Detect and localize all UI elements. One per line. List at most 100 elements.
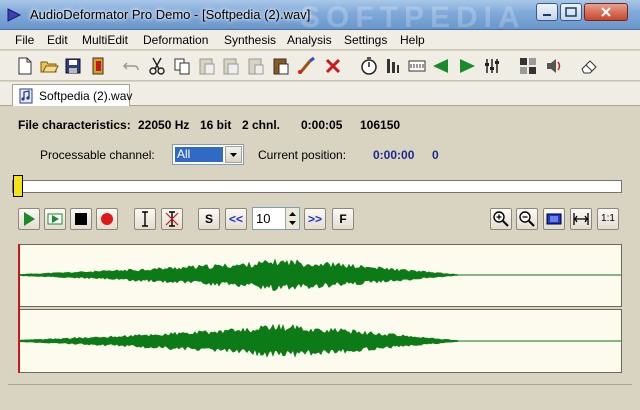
zoom-out-button[interactable] — [516, 208, 538, 230]
grid-icon — [520, 58, 536, 74]
fade-out-icon — [460, 59, 475, 73]
close-icon — [601, 7, 611, 17]
clipboard-button[interactable] — [270, 55, 292, 77]
toolbar — [0, 51, 640, 81]
step-spinner[interactable]: 10 — [252, 207, 300, 230]
forward-button[interactable]: >> — [304, 208, 326, 230]
open-button[interactable] — [38, 55, 60, 77]
stopwatch-button[interactable] — [358, 55, 380, 77]
duration-value: 0:00:05 — [301, 118, 343, 132]
grid-button[interactable] — [517, 55, 539, 77]
processable-channel-select[interactable]: All — [172, 144, 244, 165]
filter-icon — [408, 60, 426, 72]
current-position-sample: 0 — [432, 148, 439, 162]
timeline-thumb[interactable] — [13, 175, 23, 197]
zoom-selection-button[interactable] — [543, 208, 565, 230]
timeline-scrollbar[interactable] — [12, 180, 622, 193]
menu-multiedit[interactable]: MultiEdit — [82, 33, 128, 47]
paste-special-button[interactable] — [220, 55, 242, 77]
fade-out-button[interactable] — [456, 55, 478, 77]
speaker-button[interactable] — [543, 55, 565, 77]
undo-button[interactable] — [120, 55, 142, 77]
menu-file[interactable]: File — [15, 33, 34, 47]
menu-help[interactable]: Help — [400, 33, 425, 47]
eraser-icon — [581, 60, 597, 74]
menu-analysis[interactable]: Analysis — [287, 33, 332, 47]
brush-button[interactable] — [295, 55, 317, 77]
stop-icon — [75, 213, 87, 225]
close-document-button[interactable] — [87, 55, 109, 77]
stopwatch-icon — [361, 57, 377, 75]
menu-synthesis[interactable]: Synthesis — [224, 33, 276, 47]
maximize-icon — [565, 7, 577, 17]
spinner-buttons[interactable] — [285, 208, 299, 229]
play-selection-icon — [47, 213, 63, 225]
waveform-left — [19, 258, 621, 291]
rewind-button[interactable]: << — [225, 208, 247, 230]
eraser-button[interactable] — [578, 55, 600, 77]
equalizer-button[interactable] — [481, 55, 503, 77]
chevron-down-icon — [230, 153, 237, 157]
paste-button[interactable] — [196, 55, 218, 77]
s-button[interactable]: S — [198, 208, 220, 230]
stop-button[interactable] — [70, 208, 92, 230]
waveform-channel-1[interactable] — [18, 244, 622, 307]
record-button[interactable] — [96, 208, 118, 230]
fade-in-icon — [433, 59, 448, 73]
menu-settings[interactable]: Settings — [344, 33, 387, 47]
zoom-1-1-label: 1:1 — [601, 213, 615, 224]
brush-icon — [298, 56, 315, 74]
dropdown-arrow-button[interactable] — [225, 146, 242, 163]
paste-icon — [199, 58, 215, 75]
paste-mix-button[interactable] — [245, 55, 267, 77]
delete-icon — [325, 58, 341, 74]
levels-button[interactable] — [382, 55, 404, 77]
close-window-button[interactable] — [584, 3, 628, 21]
cut-icon — [149, 57, 165, 75]
minimize-icon — [543, 14, 551, 16]
speaker-icon — [547, 59, 561, 73]
undo-icon — [122, 62, 139, 71]
copy-button[interactable] — [171, 55, 193, 77]
rewind-button-label: << — [228, 212, 243, 226]
play-selection-button[interactable] — [44, 208, 66, 230]
menu-bar: File Edit MultiEdit Deformation Synthesi… — [0, 30, 640, 50]
maximize-button[interactable] — [560, 3, 582, 21]
document-tab-label: Softpedia (2).wav — [39, 89, 133, 103]
zoom-in-icon — [493, 211, 509, 227]
bit-depth-value: 16 bit — [200, 118, 232, 132]
zoom-1-1-button[interactable]: 1:1 — [597, 208, 619, 230]
spinner-arrows-icon — [289, 212, 296, 225]
close-document-icon — [92, 57, 104, 75]
text-cursor-icon — [142, 211, 148, 227]
new-file-button[interactable] — [14, 55, 36, 77]
play-button[interactable] — [18, 208, 40, 230]
save-button[interactable] — [62, 55, 84, 77]
step-value: 10 — [256, 211, 271, 226]
zoom-out-icon — [519, 211, 535, 227]
channels-value: 2 chnl. — [242, 118, 281, 132]
delete-button[interactable] — [322, 55, 344, 77]
zoom-in-button[interactable] — [490, 208, 512, 230]
processable-channel-value: All — [175, 147, 223, 162]
paste-special-icon — [223, 58, 239, 75]
clear-selection-button[interactable] — [161, 208, 183, 230]
menu-deformation[interactable]: Deformation — [143, 33, 208, 47]
select-cursor-button[interactable] — [134, 208, 156, 230]
filter-button[interactable] — [406, 55, 428, 77]
zoom-selection-icon — [546, 213, 562, 225]
document-tab[interactable]: Softpedia (2).wav — [12, 84, 133, 106]
waveform-channel-2[interactable] — [18, 309, 622, 373]
f-button[interactable]: F — [332, 208, 354, 230]
menu-edit[interactable]: Edit — [47, 33, 68, 47]
fit-width-button[interactable] — [570, 208, 592, 230]
levels-icon — [387, 59, 399, 73]
document-tab-strip: Softpedia (2).wav — [0, 82, 640, 106]
current-position-time: 0:00:00 — [373, 148, 415, 162]
audio-file-icon — [19, 88, 33, 104]
minimize-button[interactable] — [536, 3, 558, 21]
cut-button[interactable] — [146, 55, 168, 77]
fade-in-button[interactable] — [430, 55, 452, 77]
paste-mix-icon — [248, 58, 264, 75]
f-button-label: F — [339, 212, 347, 226]
